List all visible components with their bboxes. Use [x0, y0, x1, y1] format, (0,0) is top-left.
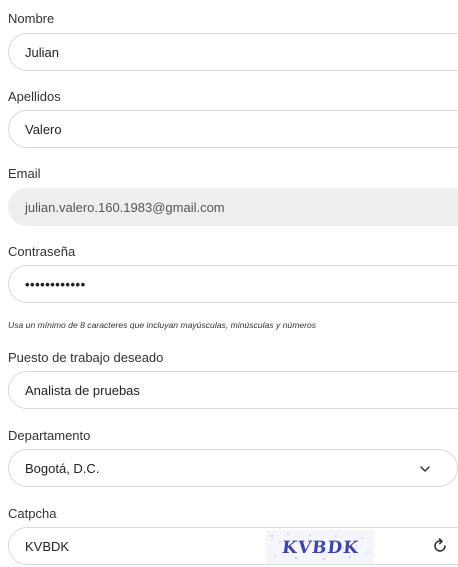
password-label: Contraseña: [8, 244, 76, 259]
refresh-icon[interactable]: [432, 538, 448, 554]
departamento-select[interactable]: Bogotá, D.C.: [8, 449, 458, 487]
apellidos-input[interactable]: Valero: [8, 110, 458, 148]
captcha-input[interactable]: KVBDK: [8, 527, 458, 565]
captcha-value: KVBDK: [25, 538, 70, 554]
puesto-value: Analista de pruebas: [25, 382, 140, 398]
departamento-value: Bogotá, D.C.: [25, 460, 100, 476]
email-field: julian.valero.160.1983@gmail.com: [8, 188, 458, 226]
captcha-image: KVBDK: [266, 530, 374, 564]
nombre-label: Nombre: [8, 11, 55, 26]
email-label: Email: [8, 166, 41, 181]
password-hint: Usa un mínimo de 8 caracteres que incluy…: [8, 320, 317, 330]
puesto-input[interactable]: Analista de pruebas: [8, 371, 458, 409]
departamento-label: Departamento: [8, 428, 91, 443]
password-value: ••••••••••••: [25, 276, 86, 292]
email-value: julian.valero.160.1983@gmail.com: [25, 199, 225, 215]
nombre-value: Julian: [25, 44, 59, 60]
captcha-label: Catpcha: [8, 506, 57, 521]
nombre-input[interactable]: Julian: [8, 33, 458, 71]
captcha-image-text: KVBDK: [281, 538, 360, 558]
password-input[interactable]: ••••••••••••: [8, 265, 458, 303]
puesto-label: Puesto de trabajo deseado: [8, 350, 164, 365]
chevron-down-icon: [420, 466, 430, 472]
apellidos-value: Valero: [25, 121, 62, 137]
apellidos-label: Apellidos: [8, 89, 61, 104]
